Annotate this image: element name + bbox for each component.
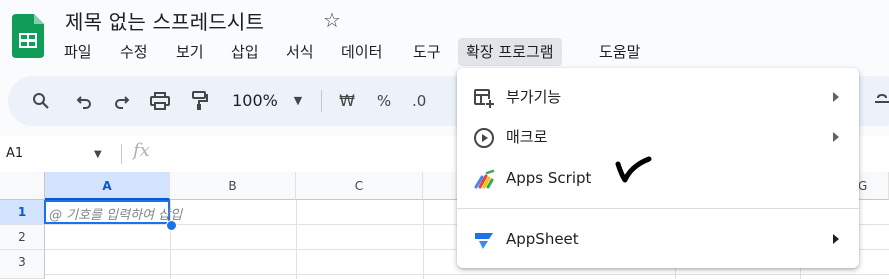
menu-extensions[interactable]: 확장 프로그램 <box>458 38 562 66</box>
menu-divider <box>457 208 859 209</box>
percent-format-button[interactable]: % <box>371 76 397 126</box>
sheets-logo-icon[interactable] <box>12 14 44 58</box>
row-header-3[interactable]: 3 <box>0 250 45 279</box>
menu-item-label: 부가기능 <box>506 88 562 106</box>
strikethrough-icon[interactable] <box>872 76 889 126</box>
submenu-arrow-icon <box>833 92 839 102</box>
menu-item-macros[interactable]: 매크로 <box>457 118 859 156</box>
apps-script-icon <box>474 169 495 189</box>
menu-item-label: AppSheet <box>506 230 579 248</box>
menu-insert[interactable]: 삽입 <box>223 38 267 66</box>
row-header-1[interactable]: 1 <box>0 200 45 225</box>
document-title[interactable]: 제목 없는 스프레드시트 <box>65 6 264 35</box>
menu-tools[interactable]: 도구 <box>405 38 449 66</box>
undo-icon[interactable] <box>71 76 97 126</box>
extensions-menu: 부가기능 매크로 Apps Script AppSheet <box>457 68 859 268</box>
row-header-2[interactable]: 2 <box>0 225 45 250</box>
column-header-a[interactable]: A <box>45 172 170 200</box>
fx-icon: fx <box>133 140 150 161</box>
appsheet-icon <box>475 233 493 249</box>
toolbar-divider <box>321 90 322 112</box>
menu-edit[interactable]: 수정 <box>112 38 156 66</box>
formula-divider <box>121 144 122 164</box>
menu-item-apps-script[interactable]: Apps Script <box>457 159 859 197</box>
zoom-select[interactable]: 100% <box>230 76 280 126</box>
menu-help[interactable]: 도움말 <box>591 38 648 66</box>
fill-handle[interactable] <box>166 220 177 231</box>
star-icon[interactable]: ☆ <box>323 8 341 32</box>
menu-item-appsheet[interactable]: AppSheet <box>457 220 859 258</box>
paint-format-icon[interactable] <box>187 76 213 126</box>
menu-data[interactable]: 데이터 <box>333 38 390 66</box>
search-icon[interactable] <box>28 76 54 126</box>
select-all-corner[interactable] <box>0 172 45 200</box>
grid-line <box>296 200 297 279</box>
grid-line <box>45 274 889 275</box>
currency-format-button[interactable]: ₩ <box>334 76 360 126</box>
menu-item-label: Apps Script <box>506 169 592 187</box>
menu-format[interactable]: 서식 <box>278 38 322 66</box>
decrease-decimal-button[interactable]: .0 <box>412 76 442 126</box>
print-icon[interactable] <box>147 76 173 126</box>
menu-view[interactable]: 보기 <box>168 38 212 66</box>
submenu-arrow-icon <box>833 234 839 244</box>
redo-icon[interactable] <box>109 76 135 126</box>
addons-icon <box>474 89 495 109</box>
name-box[interactable]: A1 <box>6 136 23 172</box>
column-header-b[interactable]: B <box>170 172 296 200</box>
chevron-down-icon[interactable]: ▼ <box>288 76 308 126</box>
name-box-dropdown-icon[interactable]: ▼ <box>94 149 102 160</box>
column-header-c[interactable]: C <box>296 172 423 200</box>
grid-line <box>423 200 424 279</box>
menu-file[interactable]: 파일 <box>56 38 100 66</box>
menu-item-addons[interactable]: 부가기능 <box>457 78 859 116</box>
macro-play-icon <box>474 128 494 148</box>
submenu-arrow-icon <box>833 132 839 142</box>
checkmark-annotation-icon <box>615 156 652 183</box>
menu-item-label: 매크로 <box>506 128 548 146</box>
cell-a1-hint: @ 기호를 입력하여 삽입 <box>49 208 183 223</box>
